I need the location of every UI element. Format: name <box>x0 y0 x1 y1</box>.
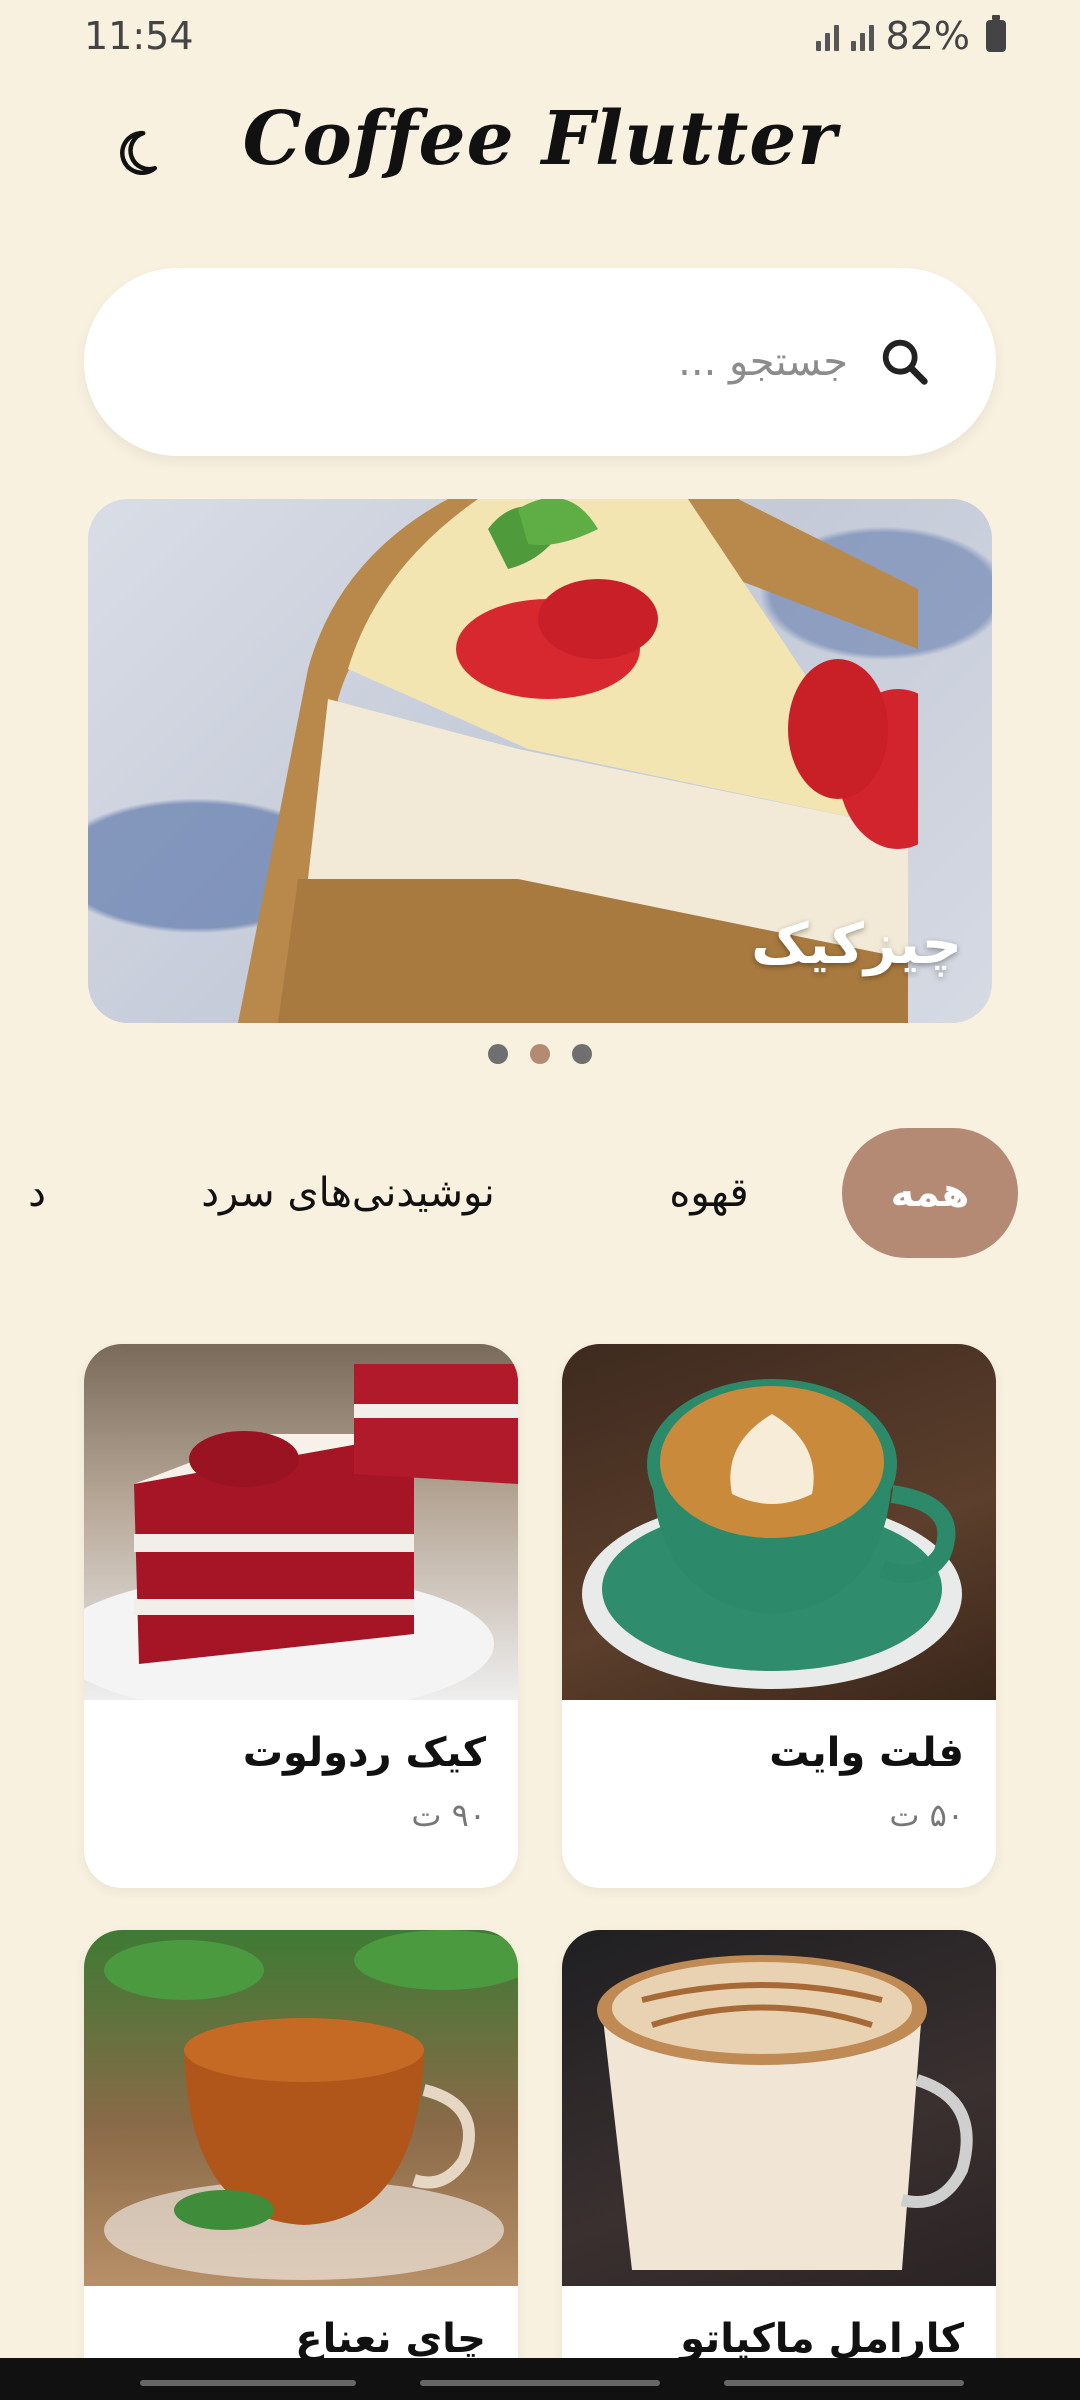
tea-cup-illustration <box>104 1930 518 2280</box>
product-card-caramel-macchiato[interactable]: کارامل ماکیاتو <box>562 1930 996 2400</box>
signal-icon <box>815 21 839 51</box>
tab-partial[interactable]: د <box>12 1128 62 1258</box>
carousel-dot-active[interactable] <box>530 1044 550 1064</box>
mint-tea-image <box>84 1930 518 2286</box>
app-title: Coffee Flutter <box>242 96 838 182</box>
status-indicators: 82% <box>815 14 1006 58</box>
tab-all[interactable]: همه <box>842 1128 1018 1258</box>
card-body: چای نعناع <box>84 2286 518 2362</box>
battery-icon <box>986 15 1006 52</box>
card-body: فلت وایت ۵۰ ت <box>562 1700 996 1834</box>
signal-icon <box>850 21 874 51</box>
product-name: چای نعناع <box>295 2316 486 2362</box>
featured-banner[interactable]: چیزکیک <box>88 499 992 1023</box>
flat-white-image <box>562 1344 996 1700</box>
tab-coffee[interactable]: قهوه <box>634 1128 784 1258</box>
product-price: ۹۰ ت <box>411 1796 486 1834</box>
product-price: ۵۰ ت <box>889 1796 964 1834</box>
banner-label: چیزکیک <box>751 912 962 977</box>
status-time: 11:54 <box>84 14 194 58</box>
carousel-dot[interactable] <box>488 1044 508 1064</box>
search-icon[interactable] <box>876 333 934 391</box>
cake-illustration <box>84 1364 518 1700</box>
card-body: کارامل ماکیاتو <box>562 2286 996 2362</box>
category-tabs: همه قهوه نوشیدنی‌های سرد د <box>0 1128 1080 1258</box>
nav-gesture-right[interactable] <box>724 2380 964 2386</box>
system-nav-bar <box>0 2358 1080 2400</box>
product-name: فلت وایت <box>769 1730 964 1776</box>
carousel-indicator <box>0 1044 1080 1064</box>
card-body: کیک ردولوت ۹۰ ت <box>84 1700 518 1834</box>
tab-cold-drinks[interactable]: نوشیدنی‌های سرد <box>168 1128 528 1258</box>
caramel-macchiato-image <box>562 1930 996 2286</box>
app-screen: 11:54 82% Coffee Flutter جستجو ... چیزکی… <box>0 0 1080 2400</box>
red-velvet-image <box>84 1344 518 1700</box>
coffee-cup-illustration <box>582 1379 962 1689</box>
search-bar[interactable] <box>84 268 996 456</box>
product-card-flat-white[interactable]: فلت وایت ۵۰ ت <box>562 1344 996 1888</box>
nav-gesture-home[interactable] <box>420 2380 660 2386</box>
product-card-mint-tea[interactable]: چای نعناع <box>84 1930 518 2400</box>
product-name: کارامل ماکیاتو <box>680 2316 964 2362</box>
battery-level: 82% <box>885 14 970 58</box>
product-card-red-velvet[interactable]: کیک ردولوت ۹۰ ت <box>84 1344 518 1888</box>
search-input[interactable] <box>328 339 848 385</box>
nav-gesture-left[interactable] <box>140 2380 356 2386</box>
carousel-dot[interactable] <box>572 1044 592 1064</box>
product-name: کیک ردولوت <box>242 1730 486 1776</box>
glass-cup-illustration <box>597 1955 973 2270</box>
